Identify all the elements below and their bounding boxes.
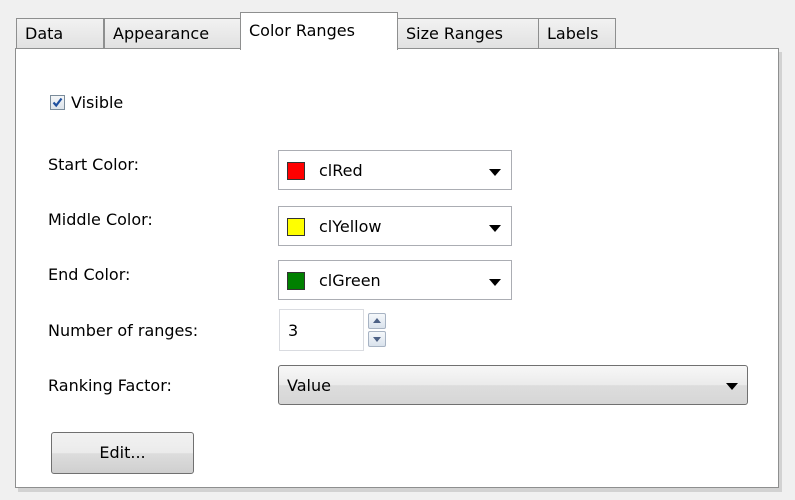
- visible-checkbox-row[interactable]: Visible: [50, 90, 123, 114]
- end-color-value: clGreen: [319, 271, 381, 290]
- ranking-factor-select[interactable]: Value: [278, 365, 748, 405]
- arrow-down-icon: [373, 337, 381, 342]
- start-color-swatch: [287, 162, 305, 180]
- ranking-factor-label: Ranking Factor:: [48, 376, 172, 395]
- end-color-combo[interactable]: clGreen: [278, 260, 512, 300]
- properties-window: Data Appearance Color Ranges Size Ranges…: [0, 0, 795, 500]
- chevron-down-icon[interactable]: [489, 279, 501, 286]
- panel-content: Visible Start Color: clRed Middle Color:…: [0, 0, 795, 500]
- number-of-ranges-value: 3: [288, 321, 299, 340]
- edit-button[interactable]: Edit...: [51, 432, 194, 474]
- ranking-factor-value: Value: [287, 376, 331, 395]
- checkmark-icon: [52, 97, 63, 107]
- chevron-down-icon[interactable]: [726, 383, 738, 390]
- visible-label: Visible: [71, 92, 124, 112]
- spin-up-button[interactable]: [368, 313, 386, 329]
- end-color-label: End Color:: [48, 265, 131, 284]
- number-of-ranges-input[interactable]: 3: [279, 309, 364, 351]
- chevron-down-icon[interactable]: [489, 169, 501, 176]
- start-color-value: clRed: [319, 161, 363, 180]
- start-color-label: Start Color:: [48, 155, 140, 174]
- spin-down-button[interactable]: [368, 331, 386, 347]
- visible-checkbox[interactable]: [50, 94, 65, 110]
- middle-color-label: Middle Color:: [48, 210, 153, 229]
- end-color-swatch: [287, 272, 305, 290]
- start-color-combo[interactable]: clRed: [278, 150, 512, 190]
- chevron-down-icon[interactable]: [489, 225, 501, 232]
- arrow-up-icon: [373, 318, 381, 323]
- middle-color-combo[interactable]: clYellow: [278, 206, 512, 246]
- middle-color-swatch: [287, 218, 305, 236]
- number-of-ranges-label: Number of ranges:: [48, 321, 199, 340]
- middle-color-value: clYellow: [319, 217, 382, 236]
